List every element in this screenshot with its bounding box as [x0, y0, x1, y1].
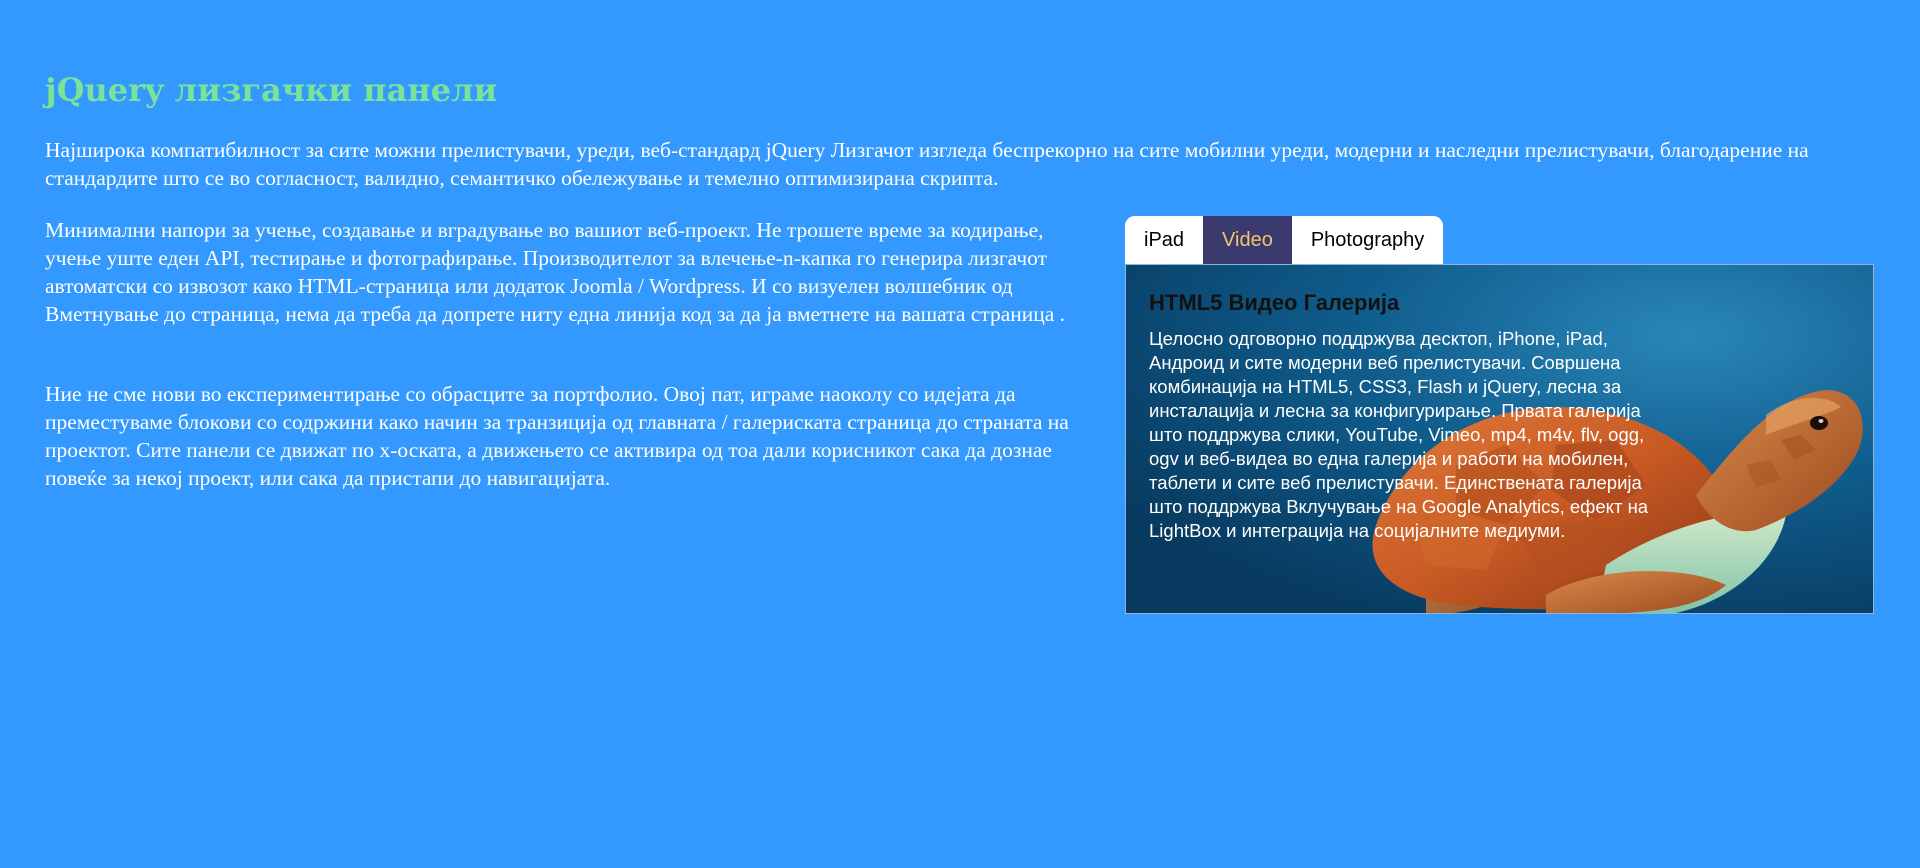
tab-video[interactable]: Video	[1203, 216, 1292, 264]
page: jQuery лизгачки панели Најширока компати…	[0, 0, 1920, 868]
content-paragraph-1: Минимални напори за учење, создавање и в…	[45, 218, 1066, 326]
tab-photography[interactable]: Photography	[1291, 216, 1444, 264]
content-paragraph-2: Ние не сме нови во експериментирање со о…	[45, 382, 1069, 490]
panel-title: HTML5 Видео Галерија	[1149, 290, 1400, 315]
panel-description: Целосно одговорно поддржува десктоп, iPh…	[1149, 328, 1649, 541]
intro-paragraph: Најширока компатибилност за сите можни п…	[45, 138, 1809, 190]
slider-tabs: iPad Video Photography	[1125, 216, 1444, 264]
page-title: jQuery лизгачки панели	[45, 71, 498, 109]
tab-ipad[interactable]: iPad	[1125, 216, 1204, 264]
slider-panel: HTML5 Видео Галерија Целосно одговорно п…	[1125, 264, 1874, 614]
